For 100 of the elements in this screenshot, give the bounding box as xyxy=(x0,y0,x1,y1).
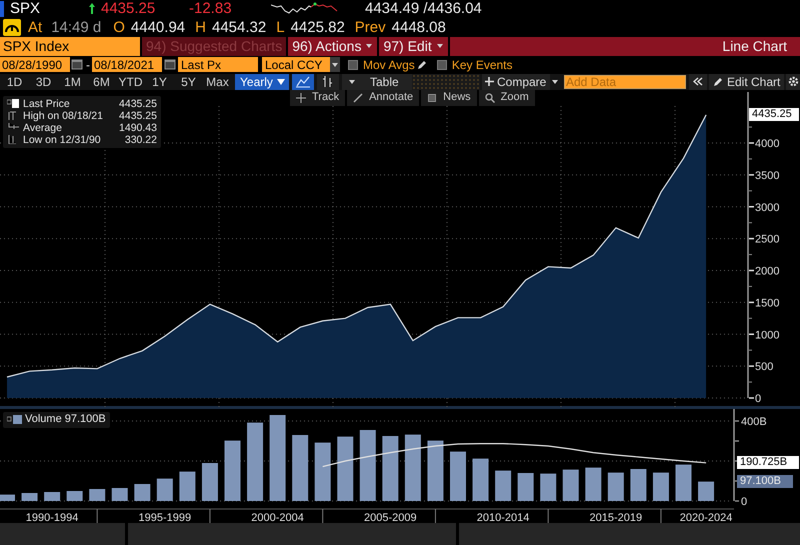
period-button[interactable]: 3D xyxy=(29,74,58,90)
dropdown-icon[interactable] xyxy=(330,57,340,72)
currency-selector[interactable]: Local CCY xyxy=(262,57,330,72)
crosshair-icon xyxy=(296,92,306,103)
net-change: -12.83 xyxy=(189,1,233,16)
gauge-icon[interactable] xyxy=(3,18,21,36)
tool-button[interactable]: Zoom xyxy=(478,90,535,106)
period-button[interactable]: YTD xyxy=(116,74,145,90)
edit-chart-button[interactable]: Edit Chart xyxy=(709,74,784,90)
quote-label: L xyxy=(276,20,285,35)
axis-label: 3500 xyxy=(755,170,780,182)
settings-button[interactable] xyxy=(786,74,800,90)
square-icon xyxy=(7,415,22,424)
double-chevron-icon xyxy=(693,77,703,86)
pencil-icon[interactable] xyxy=(416,60,427,70)
period-button[interactable]: 1D xyxy=(0,74,29,90)
date-separator: - xyxy=(86,58,90,71)
axis-label: 2015-2019 xyxy=(590,512,642,522)
axis-label: 1000 xyxy=(755,328,780,341)
bar-chart-button[interactable] xyxy=(317,74,339,90)
tool-button[interactable]: Track xyxy=(290,90,346,106)
volume-bar xyxy=(360,430,376,500)
table-button[interactable]: Table xyxy=(342,74,412,90)
tool-button[interactable]: Annotate xyxy=(347,90,420,106)
period-button[interactable]: 6M xyxy=(87,74,116,90)
axis-label: 2005-2009 xyxy=(364,512,417,522)
volume-bar xyxy=(585,467,602,500)
volume-bar xyxy=(44,492,60,500)
security-field[interactable]: SPX Index xyxy=(0,36,140,56)
period-button[interactable]: 5Y xyxy=(174,74,203,90)
axis-label: 2000 xyxy=(755,265,780,278)
volume-bar xyxy=(630,468,646,500)
low-marker-icon xyxy=(7,135,19,144)
axis-label: 3000 xyxy=(755,201,780,214)
legend-label: Last Price xyxy=(23,98,71,110)
plus-icon xyxy=(485,77,494,86)
volume-bar xyxy=(676,464,692,500)
volume-bar xyxy=(450,451,466,500)
caret-icon xyxy=(551,78,560,86)
tool-button[interactable]: News xyxy=(421,90,477,106)
axis-label: 1990-1994 xyxy=(26,512,78,522)
security-marker xyxy=(0,0,4,17)
legend-value: 4435.25 xyxy=(119,98,157,110)
volume-bar xyxy=(202,462,218,500)
start-date-field[interactable]: 08/28/1990 xyxy=(0,57,70,72)
volume-bar xyxy=(404,434,421,500)
legend-value: 1490.43 xyxy=(119,122,157,134)
axis-label: 4000 xyxy=(755,138,780,150)
calendar-icon[interactable] xyxy=(164,58,176,72)
quote-time: 14:49 d xyxy=(51,20,102,35)
checkbox-label[interactable]: Key Events xyxy=(452,58,513,71)
axis-label: 1995-1999 xyxy=(138,512,192,522)
time-label: At xyxy=(28,20,42,35)
volume-bar xyxy=(0,494,15,500)
volume-bar xyxy=(224,440,240,500)
period-button[interactable]: 1Y xyxy=(145,74,174,90)
last-price: 4435.25 xyxy=(101,1,156,16)
axis-label: 2010-2014 xyxy=(476,512,530,522)
volume-bar xyxy=(156,478,173,500)
end-date-field[interactable]: 08/18/2021 xyxy=(92,57,162,72)
menu-button[interactable]: 97) Edit xyxy=(379,36,448,56)
legend-value: 4435.25 xyxy=(119,110,157,122)
quote-label: H xyxy=(195,20,206,35)
periodicity-dropdown[interactable]: Yearly xyxy=(235,74,289,90)
period-button[interactable]: Max xyxy=(203,74,232,90)
volume-bar xyxy=(495,470,512,500)
add-data-field[interactable]: Add Data xyxy=(564,74,686,89)
checkbox[interactable] xyxy=(348,60,358,70)
axis-label: 0 xyxy=(741,496,748,508)
volume-bar xyxy=(540,473,556,500)
caret-icon xyxy=(365,42,374,50)
volume-bar xyxy=(134,484,150,500)
axis-label: 1500 xyxy=(755,297,780,310)
menu-button[interactable]: 96) Actions xyxy=(288,36,378,56)
legend-label: Volume xyxy=(25,412,62,428)
checkbox-label[interactable]: Mov Avgs xyxy=(363,58,415,71)
volume-bar xyxy=(608,472,624,500)
period-button[interactable]: 1M xyxy=(58,74,87,90)
axis-label: 500 xyxy=(755,360,774,373)
quote-label: O xyxy=(113,20,125,35)
quote-label: Prev xyxy=(354,20,386,35)
volume-bar xyxy=(112,488,128,500)
average-badge: 190.725B xyxy=(737,456,799,469)
volume-bar xyxy=(179,471,196,500)
square-icon xyxy=(7,99,19,108)
volume-bar xyxy=(314,442,331,500)
legend-label: Low on 12/31/90 xyxy=(23,134,102,146)
volume-bar xyxy=(562,469,579,500)
quote-value: 4440.94 xyxy=(130,20,186,35)
line-chart-button[interactable] xyxy=(292,74,314,90)
quote-value: 4454.32 xyxy=(212,20,266,35)
collapse-button[interactable] xyxy=(689,74,707,90)
price-badge: 4435.25 xyxy=(749,108,799,121)
checkbox[interactable] xyxy=(436,60,447,70)
calendar-icon[interactable] xyxy=(71,58,83,72)
volume-bar xyxy=(22,492,38,500)
volume-badge: 97.100B xyxy=(737,474,793,488)
axis-label: 2000-2004 xyxy=(251,512,304,522)
field-selector[interactable]: Last Px xyxy=(178,57,258,72)
pencil-icon xyxy=(713,76,723,87)
